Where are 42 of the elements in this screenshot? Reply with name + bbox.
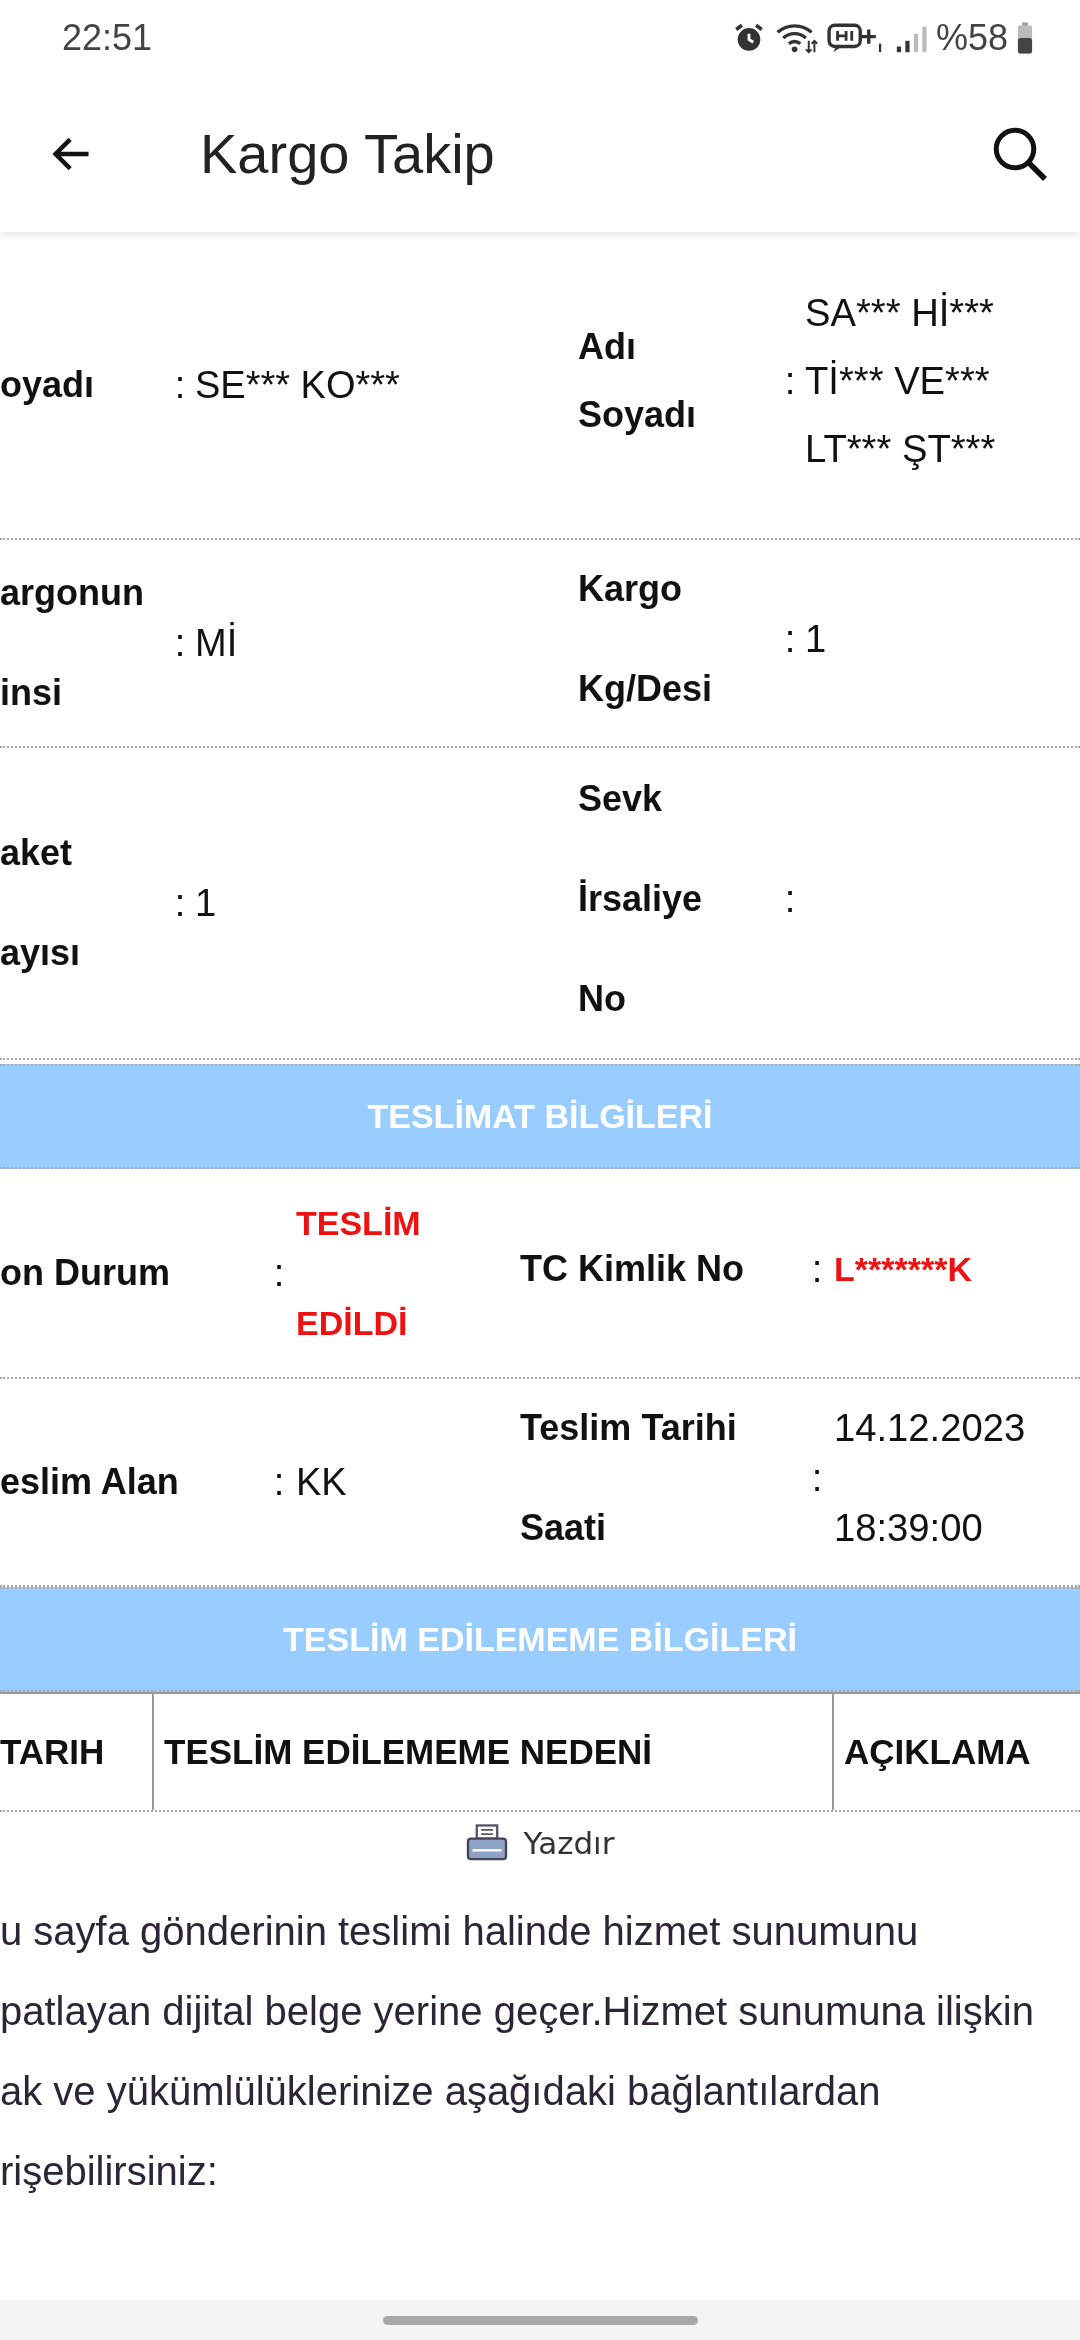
field-value: Mİ (195, 621, 238, 666)
colon-text: : (173, 362, 187, 408)
section-header: TESLİMAT BİLGİLERİ (0, 1064, 1080, 1169)
field-label: Sevk İrsaliye No (578, 777, 704, 1021)
colon-text: : (783, 876, 797, 922)
column-header: AÇIKLAMA (832, 1694, 1080, 1810)
field-value: SA*** Hİ*** Tİ*** VE*** LT*** ŞT*** (805, 290, 996, 472)
field-label: aket ayısı (0, 831, 82, 975)
print-link[interactable]: Yazdır (523, 1820, 615, 1867)
field-value: KK (296, 1460, 347, 1505)
field-label: TC Kimlik No (520, 1247, 745, 1291)
battery-icon (1016, 20, 1034, 55)
gesture-handle[interactable] (382, 2315, 698, 2325)
field-value: SE*** KO*** (195, 363, 400, 408)
field-label: oyadı (0, 363, 96, 407)
field-label: on Durum (0, 1251, 171, 1295)
colon-text: : (783, 616, 797, 662)
field-value: 14.12.2023 18:39:00 (834, 1405, 1026, 1551)
colon-text: : (810, 1455, 824, 1501)
colon-text: : (173, 880, 187, 926)
colon-text: : (272, 1459, 286, 1505)
screen-title: Kargo Takip (200, 120, 496, 187)
battery-percent: %58 (935, 15, 1008, 60)
status-time: 22:51 (62, 15, 153, 60)
section-header: TESLİM EDİLEMEME BİLGİLERİ (0, 1587, 1080, 1692)
colon-text: : (810, 1246, 824, 1292)
column-header: TARIH (0, 1730, 106, 1773)
field-label: Kargo Kg/Desi (578, 567, 714, 711)
field-value: L*******K (834, 1249, 972, 1290)
notice-paragraph: u sayfa gönderinin teslimi halinde hizmet sunumunu patlayan dijital belge yerine geçer.Hizmet sunumuna ilişkin ak ve yükümlülüklerinize aşağıdaki bağlantılardan rişebilirsiniz: (0, 1907, 1035, 2195)
field-value: 1 (195, 881, 217, 926)
column-header: TESLİM EDİLEMEME NEDENİ (152, 1694, 832, 1810)
field-value: TESLİM EDİLDİ (296, 1203, 421, 1344)
field-label: Teslim Tarihi Saati (520, 1406, 738, 1550)
field-label: eslim Alan (0, 1460, 180, 1504)
field-label: argonun insi (0, 571, 145, 715)
colon-text: : (173, 620, 187, 666)
field-label: Adı Soyadı (578, 325, 698, 437)
colon-text: : (272, 1250, 286, 1296)
field-value: 1 (805, 616, 827, 662)
colon-text: : (783, 358, 797, 404)
printer-icon[interactable] (465, 1824, 508, 1863)
